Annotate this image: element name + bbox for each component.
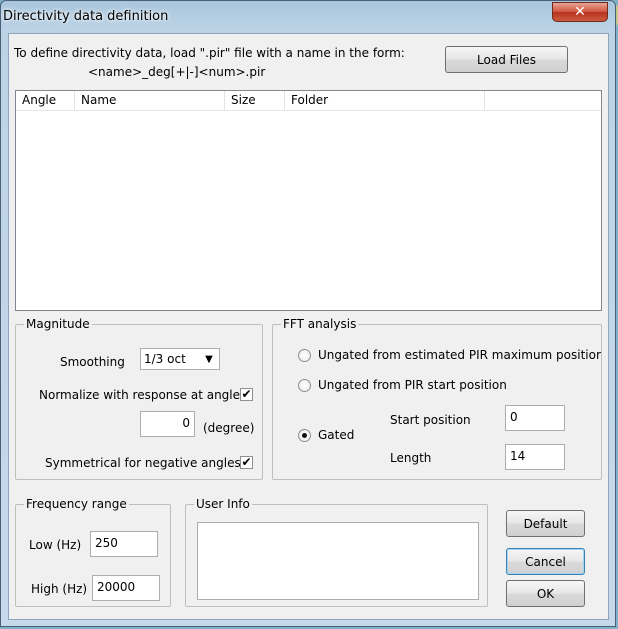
- file-list[interactable]: Angle Name Size Folder: [15, 90, 602, 311]
- normalize-angle-field[interactable]: 0: [140, 411, 195, 437]
- fft-analysis-group: FFT analysis Ungated from estimated PIR …: [272, 317, 602, 480]
- close-icon: ✕: [574, 4, 586, 20]
- frequency-group-title: Frequency range: [24, 497, 129, 511]
- ungated-max-radio[interactable]: [298, 349, 311, 362]
- load-files-button[interactable]: Load Files: [445, 46, 568, 73]
- high-frequency-field[interactable]: 20000: [92, 575, 160, 601]
- ok-button[interactable]: OK: [506, 580, 585, 607]
- low-frequency-field[interactable]: 250: [90, 531, 158, 557]
- symmetric-checkbox[interactable]: ✔: [240, 456, 253, 469]
- file-list-header: Angle Name Size Folder: [16, 91, 601, 111]
- normalize-label: Normalize with response at angle: [39, 388, 241, 402]
- gated-label: Gated: [318, 428, 355, 442]
- frequency-range-group: Frequency range Low (Hz) 250 High (Hz) 2…: [15, 497, 171, 607]
- magnitude-group: Magnitude Smoothing 1/3 oct ▼ Normalize …: [15, 317, 263, 480]
- ungated-max-label: Ungated from estimated PIR maximum posit…: [318, 348, 601, 362]
- fft-group-title: FFT analysis: [281, 317, 359, 331]
- user-info-group: User Info: [185, 497, 488, 607]
- close-button[interactable]: ✕: [552, 2, 608, 22]
- smoothing-label: Smoothing: [60, 355, 125, 369]
- smoothing-value: 1/3 oct: [144, 352, 186, 366]
- gated-radio[interactable]: [298, 429, 311, 442]
- filename-pattern: <name>_deg[+|-]<num>.pir: [88, 65, 266, 79]
- symmetric-label: Symmetrical for negative angles: [45, 456, 241, 470]
- ungated-start-radio[interactable]: [298, 379, 311, 392]
- start-position-label: Start position: [390, 413, 471, 427]
- column-header-angle[interactable]: Angle: [16, 91, 75, 110]
- low-frequency-label: Low (Hz): [29, 538, 82, 552]
- normalize-checkbox[interactable]: ✔: [240, 388, 253, 401]
- chevron-down-icon[interactable]: ▼: [200, 350, 218, 368]
- title-bar[interactable]: Directivity data definition ✕: [1, 1, 615, 33]
- column-header-name[interactable]: Name: [75, 91, 225, 110]
- dialog-client-area: To define directivity data, load ".pir" …: [8, 33, 609, 620]
- default-button[interactable]: Default: [506, 510, 585, 537]
- column-header-size[interactable]: Size: [225, 91, 285, 110]
- degree-unit-label: (degree): [203, 421, 255, 435]
- intro-text: To define directivity data, load ".pir" …: [14, 46, 405, 60]
- ungated-start-label: Ungated from PIR start position: [318, 378, 507, 392]
- start-position-field[interactable]: 0: [505, 405, 565, 431]
- length-label: Length: [390, 451, 432, 465]
- window-title: Directivity data definition: [3, 9, 169, 24]
- column-header-folder[interactable]: Folder: [285, 91, 485, 110]
- length-field[interactable]: 14: [505, 444, 565, 470]
- user-info-group-title: User Info: [194, 497, 252, 511]
- cancel-button[interactable]: Cancel: [506, 548, 585, 575]
- smoothing-select[interactable]: 1/3 oct ▼: [140, 348, 220, 370]
- dialog-window: Directivity data definition ✕ To define …: [0, 0, 616, 627]
- magnitude-group-title: Magnitude: [24, 317, 92, 331]
- high-frequency-label: High (Hz): [31, 582, 88, 596]
- user-info-textarea[interactable]: [197, 522, 479, 600]
